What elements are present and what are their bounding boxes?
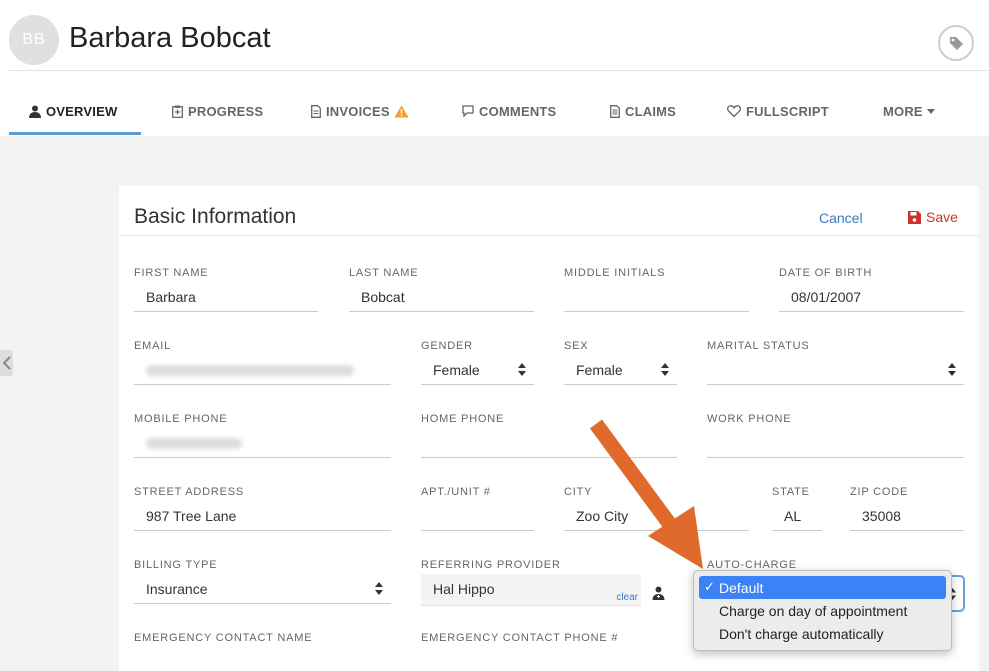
field-label: CITY [564,486,593,498]
option-label: Charge on day of appointment [719,602,908,619]
field-label: FIRST NAME [134,267,209,279]
auto-charge-dropdown: ✓ Default Charge on day of appointment D… [693,570,952,651]
field-label: ZIP CODE [850,486,909,498]
field-label: REFERRING PROVIDER [421,559,561,571]
gender-select[interactable]: Female [421,355,534,385]
apt-unit-input[interactable] [421,501,534,531]
select-arrows-icon [661,363,669,379]
street-address-input[interactable]: 987 Tree Lane [134,501,391,531]
tab-label: PROGRESS [188,103,264,119]
referring-provider-input[interactable]: Hal Hippo clear [421,574,641,606]
redacted-value [146,438,242,449]
tab-bar: OVERVIEW PROGRESS INVOICES COMMENTS CLAI… [9,86,989,136]
tab-overview[interactable]: OVERVIEW [29,86,117,136]
field-label: LAST NAME [349,267,419,279]
marital-status-select[interactable] [707,355,964,385]
heart-icon [727,105,741,117]
state-input[interactable]: AL [772,501,822,531]
field-label: MOBILE PHONE [134,413,228,425]
middle-initials-input[interactable] [564,282,749,312]
tab-progress[interactable]: PROGRESS [172,86,263,136]
tab-more[interactable]: MORE [883,86,935,136]
referring-provider-value: Hal Hippo [433,581,495,597]
caret-down-icon [926,108,935,114]
avatar-initials: BB [22,31,46,48]
clipboard-icon [172,105,183,118]
select-arrows-icon [518,363,526,379]
work-phone-input[interactable] [707,428,964,458]
warning-icon [394,105,409,118]
field-label: EMERGENCY CONTACT PHONE # [421,632,619,644]
select-arrows-icon [375,582,383,598]
active-tab-indicator [9,132,141,135]
tab-fullscript[interactable]: FULLSCRIPT [727,86,829,136]
provider-search-button[interactable] [652,586,665,605]
tab-label: COMMENTS [479,103,557,119]
tag-button[interactable] [938,25,974,61]
document-icon [311,104,321,118]
billing-type-select[interactable]: Insurance [134,574,391,604]
chevron-left-icon [2,356,11,370]
tab-comments[interactable]: COMMENTS [462,86,556,136]
field-label: WORK PHONE [707,413,792,425]
gender-value: Female [433,361,480,378]
email-input[interactable] [134,355,391,385]
field-label: APT./UNIT # [421,486,491,498]
floppy-disk-icon [908,210,921,224]
patient-name: Barbara Bobcat [69,22,271,54]
user-icon [29,105,41,118]
last-name-input[interactable]: Bobcat [349,282,534,312]
redacted-value [146,365,354,376]
field-label: GENDER [421,340,473,352]
field-label: SEX [564,340,589,352]
field-label: MIDDLE INITIALS [564,267,666,279]
tab-label: INVOICES [326,103,390,119]
card-divider [119,235,979,236]
date-of-birth-input[interactable]: 08/01/2007 [779,282,964,312]
auto-charge-option-day-of-appointment[interactable]: Charge on day of appointment [699,599,946,622]
option-label: Default [719,579,764,596]
tab-claims[interactable]: CLAIMS [610,86,676,136]
tab-label: MORE [883,103,923,119]
cancel-button[interactable]: Cancel [819,210,863,226]
header-divider [9,70,989,71]
doctor-icon [652,586,665,600]
save-button[interactable]: Save [908,209,958,225]
first-name-input[interactable]: Barbara [134,282,318,312]
billing-type-value: Insurance [146,580,208,597]
card-title: Basic Information [134,205,297,228]
patient-header: BB Barbara Bobcat OVERVIEW PROGRESS INVO… [0,0,989,136]
sex-select[interactable]: Female [564,355,677,385]
checkmark-icon: ✓ [704,579,715,594]
field-label: HOME PHONE [421,413,505,425]
zip-code-input[interactable]: 35008 [850,501,964,531]
field-label: EMAIL [134,340,172,352]
clear-provider-link[interactable]: clear [616,592,638,603]
field-label: MARITAL STATUS [707,340,810,352]
mobile-phone-input[interactable] [134,428,391,458]
field-label: STATE [772,486,810,498]
avatar[interactable]: BB [9,15,59,65]
field-label: DATE OF BIRTH [779,267,873,279]
field-label: BILLING TYPE [134,559,218,571]
option-label: Don't charge automatically [719,625,884,642]
tab-invoices[interactable]: INVOICES [311,86,414,136]
tab-label: FULLSCRIPT [746,103,829,119]
comment-icon [462,105,474,117]
file-icon [610,104,620,118]
field-label: EMERGENCY CONTACT NAME [134,632,313,644]
sex-value: Female [576,361,623,378]
auto-charge-option-default[interactable]: ✓ Default [699,576,946,599]
save-label: Save [926,209,958,225]
auto-charge-option-dont-charge[interactable]: Don't charge automatically [699,622,946,645]
tab-label: CLAIMS [625,103,677,119]
field-label: STREET ADDRESS [134,486,245,498]
sidebar-toggle[interactable] [0,350,13,376]
tab-label: OVERVIEW [46,103,118,119]
select-arrows-icon [948,363,956,379]
annotation-arrow-icon [590,419,703,569]
tag-icon [950,37,963,50]
